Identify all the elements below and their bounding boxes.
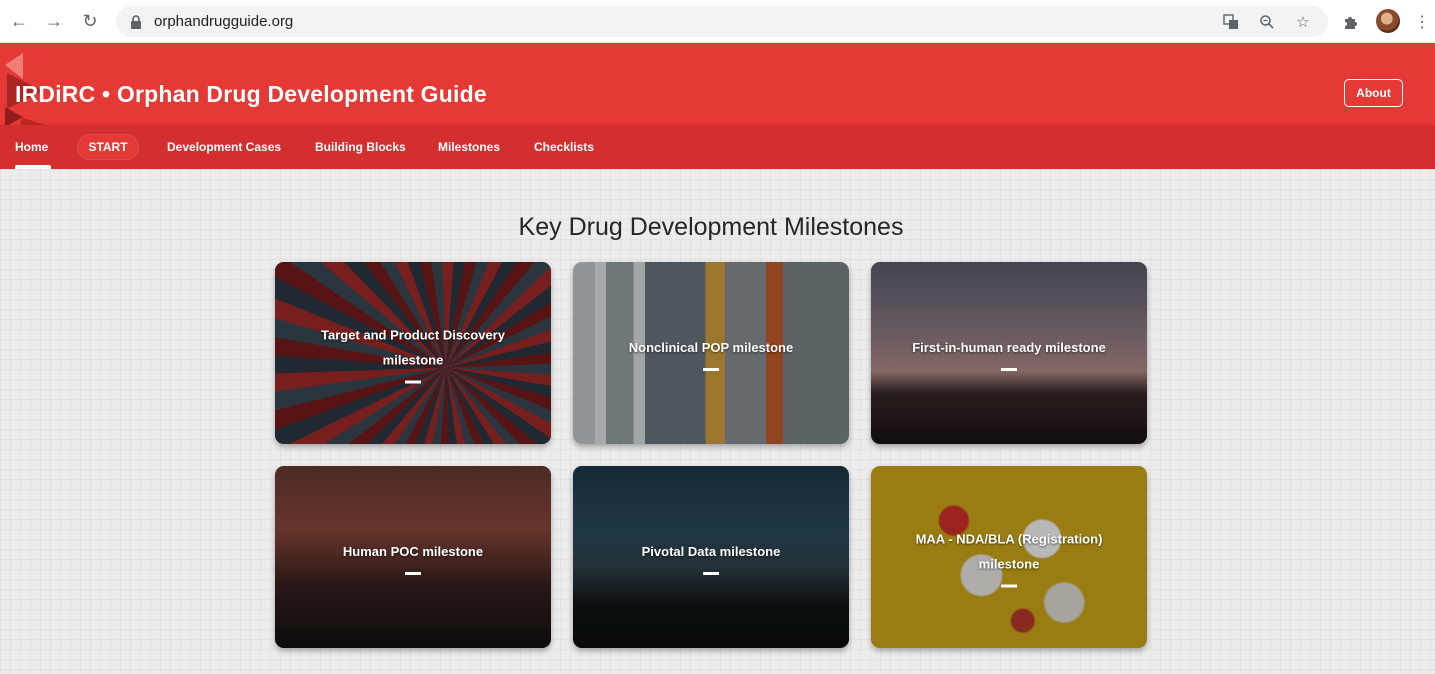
card-label: Nonclinical POP milestone (628, 340, 794, 355)
card-label: First-in-human ready milestone (912, 340, 1106, 355)
page-title: Key Drug Development Milestones (518, 213, 904, 241)
main-nav: Home START Development Cases Building Bl… (0, 125, 1435, 169)
bookmark-star-icon[interactable]: ☆ (1294, 13, 1312, 31)
url-text: orphandrugguide.org (154, 13, 294, 30)
forward-arrow-icon[interactable]: → (43, 10, 65, 32)
lock-icon (131, 15, 141, 29)
back-arrow-icon[interactable]: ← (8, 10, 30, 32)
card-label: Human POC milestone (342, 544, 484, 559)
tab-development-cases[interactable]: Development Cases (167, 125, 281, 169)
tab-milestones[interactable]: Milestones (438, 125, 500, 169)
main-content: Key Drug Development Milestones Target a… (0, 169, 1435, 674)
card-dash (703, 368, 719, 371)
card-dash (405, 572, 421, 575)
milestone-card-registration[interactable]: MAA - NDA/BLA (Registration) milestone (871, 466, 1147, 648)
about-button[interactable]: About (1344, 79, 1403, 107)
extensions-icon[interactable] (1339, 11, 1361, 33)
milestone-card-first-in-human[interactable]: First-in-human ready milestone (871, 262, 1147, 444)
tab-home[interactable]: Home (15, 125, 48, 169)
milestone-card-pivotal-data[interactable]: Pivotal Data milestone (573, 466, 849, 648)
reload-icon[interactable]: ↻ (79, 10, 101, 32)
translate-icon[interactable] (1222, 13, 1240, 31)
site-title[interactable]: IRDiRC • Orphan Drug Development Guide (15, 81, 487, 108)
tab-checklists[interactable]: Checklists (534, 125, 594, 169)
site-header: IRDiRC • Orphan Drug Development Guide A… (0, 43, 1435, 127)
card-label: Pivotal Data milestone (641, 544, 781, 559)
milestone-card-human-poc[interactable]: Human POC milestone (275, 466, 551, 648)
card-dash (1001, 368, 1017, 371)
menu-kebab-icon[interactable]: ⋮ (1411, 11, 1433, 33)
card-label: Target and Product Discovery milestone (321, 327, 505, 368)
address-bar[interactable]: orphandrugguide.org ☆ (116, 6, 1328, 37)
milestone-card-nonclinical-pop[interactable]: Nonclinical POP milestone (573, 262, 849, 444)
card-dash (703, 572, 719, 575)
card-dash (1001, 584, 1017, 588)
card-label: MAA - NDA/BLA (Registration) milestone (915, 531, 1103, 572)
profile-avatar[interactable] (1376, 9, 1400, 33)
zoom-icon[interactable] (1258, 13, 1276, 31)
milestone-card-target-product-discovery[interactable]: Target and Product Discovery milestone (275, 262, 551, 444)
tab-building-blocks[interactable]: Building Blocks (315, 125, 406, 169)
card-dash (405, 380, 421, 384)
tab-start[interactable]: START (78, 135, 138, 159)
browser-toolbar: ← → ↻ orphandrugguide.org ☆ ⋮ (0, 0, 1435, 43)
